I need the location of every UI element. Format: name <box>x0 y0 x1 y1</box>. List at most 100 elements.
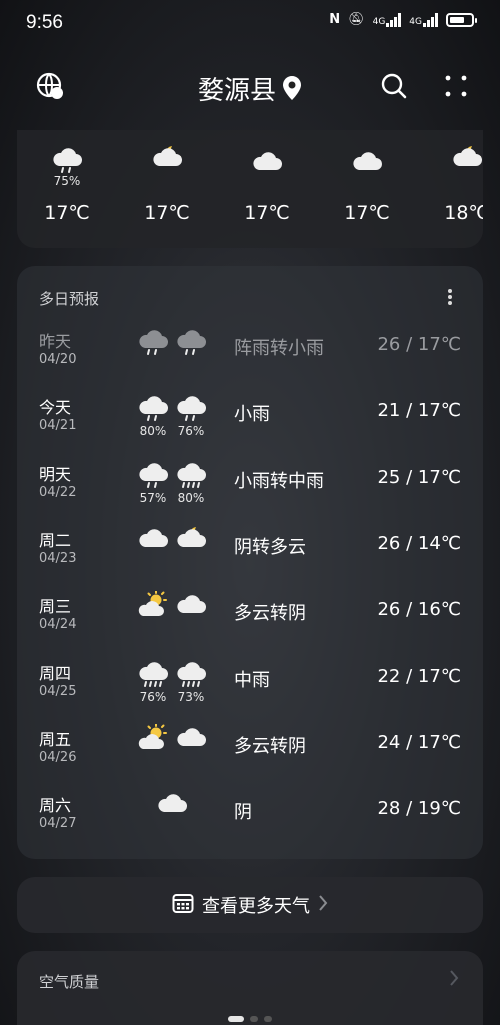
cloud-heavy-rain-icon: 73% <box>173 658 209 704</box>
cloud-heavy-rain-icon: 76% <box>135 658 171 704</box>
chevron-right-icon <box>449 969 459 992</box>
forecast-condition: 中雨 <box>234 669 270 691</box>
sun-cloud-icon <box>135 722 171 756</box>
forecast-date: 04/21 <box>39 418 77 434</box>
city-name: 婺源县 <box>197 76 276 106</box>
hourly-precip <box>332 174 402 190</box>
page-dot <box>250 1016 258 1022</box>
forecast-temps: 26 / 17℃ <box>377 334 461 355</box>
forecast-date: 04/24 <box>39 617 77 633</box>
forecast-row[interactable]: 周二 04/23 阴转多云 26 / 14℃ <box>17 521 483 587</box>
forecast-day: 今天 <box>39 398 72 418</box>
hourly-item: 17℃ <box>332 130 402 224</box>
forecast-date: 04/22 <box>39 484 77 500</box>
forecast-row[interactable]: 周六 04/27 阴 28 / 19℃ <box>17 786 483 852</box>
forecast-day: 周六 <box>39 796 72 816</box>
city-title[interactable]: 婺源县 <box>0 70 500 108</box>
signal-icon <box>423 12 438 27</box>
forecast-date: 04/27 <box>39 816 77 832</box>
air-quality-card[interactable]: 空气质量 <box>17 951 483 1025</box>
forecast-row[interactable]: 昨天 04/20 阵雨转小雨 26 / 17℃ <box>17 322 483 388</box>
page-dot <box>264 1016 272 1022</box>
forecast-date: 04/26 <box>39 749 77 765</box>
forecast-condition: 小雨转中雨 <box>234 470 324 492</box>
forecast-temps: 28 / 19℃ <box>377 798 461 820</box>
page-dot-active <box>228 1016 244 1022</box>
forecast-temps: 26 / 16℃ <box>377 599 461 621</box>
forecast-condition: 阴转多云 <box>234 536 306 558</box>
more-weather-button[interactable]: 查看更多天气 <box>17 877 483 933</box>
chevron-right-icon <box>318 894 328 917</box>
forecast-date: 04/25 <box>39 683 77 699</box>
cloud-rain-icon: 76% <box>173 392 209 438</box>
forecast-temps: 25 / 17℃ <box>377 466 461 488</box>
hourly-item: 75% 17℃ <box>32 130 102 224</box>
cloud-rain-icon <box>32 130 102 174</box>
forecast-row[interactable]: 周三 04/24 多云转阴 26 / 16℃ <box>17 587 483 653</box>
forecast-row[interactable]: 明天 04/22 57% 80% 小雨转中雨 25 / 17℃ <box>17 455 483 521</box>
moon-cloud-icon <box>132 130 202 174</box>
calendar-icon <box>172 892 194 919</box>
forecast-date: 04/23 <box>39 550 77 566</box>
cloud-rain-icon <box>173 326 209 358</box>
forecast-row[interactable]: 今天 04/21 80% 76% 小雨 21 / 17℃ <box>17 388 483 454</box>
cloud-icon <box>154 790 190 820</box>
search-icon[interactable] <box>380 72 408 104</box>
status-bar: 9:56 N 🔕︎ 4G 4G <box>0 0 500 44</box>
hourly-temp: 18℃ <box>444 202 483 224</box>
forecast-day: 昨天 <box>39 332 72 351</box>
hourly-temp: 17℃ <box>344 202 390 224</box>
nfc-icon: N <box>329 12 341 27</box>
forecast-precip: 76% <box>139 689 167 704</box>
forecast-date: 04/20 <box>39 352 77 367</box>
cloud-icon <box>332 130 402 174</box>
forecast-precip: 80% <box>177 490 205 505</box>
forecast-precip: 80% <box>139 424 167 439</box>
forecast-precip: 57% <box>139 490 167 505</box>
vertical-dots-icon[interactable] <box>447 288 453 310</box>
forecast-precip: 73% <box>177 689 205 704</box>
hourly-precip <box>432 174 483 190</box>
forecast-temps: 24 / 17℃ <box>377 731 461 753</box>
forecast-precip: 76% <box>177 424 205 439</box>
forecast-row[interactable]: 周五 04/26 多云转阴 24 / 17℃ <box>17 720 483 786</box>
cloud-icon <box>173 724 209 752</box>
hourly-precip <box>132 174 202 190</box>
cloud-heavy-rain-icon: 80% <box>173 459 209 505</box>
forecast-day: 周四 <box>39 663 72 683</box>
hourly-item: 17℃ <box>132 130 202 224</box>
forecast-day: 周二 <box>39 530 72 550</box>
signal-1: 4G <box>373 12 402 27</box>
moon-cloud-icon <box>432 130 483 174</box>
daily-forecast-card: 多日预报 昨天 04/20 阵雨转小雨 26 / 17℃ 今天 04/21 80%… <box>17 266 483 859</box>
air-quality-label: 空气质量 <box>39 973 100 991</box>
header: 婺源县 <box>0 62 500 112</box>
hourly-temp: 17℃ <box>44 202 90 224</box>
forecast-day: 明天 <box>39 464 72 484</box>
forecast-day: 周五 <box>39 729 72 749</box>
daily-forecast-title: 多日预报 <box>39 290 100 308</box>
battery-icon <box>446 12 477 27</box>
forecast-row[interactable]: 周四 04/25 76% 73% 中雨 22 / 17℃ <box>17 654 483 720</box>
hourly-precip <box>232 174 302 190</box>
forecast-condition: 多云转阴 <box>234 603 306 625</box>
hourly-item: 17℃ <box>232 130 302 224</box>
forecast-condition: 阴 <box>234 802 252 824</box>
status-time: 9:56 <box>26 12 63 33</box>
more-icon[interactable] <box>444 74 468 102</box>
cloud-rain-icon: 57% <box>135 459 171 505</box>
moon-cloud-icon <box>173 525 209 557</box>
hourly-item: 18℃ <box>432 130 483 224</box>
forecast-condition: 多云转阴 <box>234 735 306 757</box>
cloud-rain-icon <box>135 326 171 358</box>
sun-cloud-icon <box>135 590 171 623</box>
hourly-precip: 75% <box>53 174 81 188</box>
cloud-icon <box>173 591 209 619</box>
forecast-condition: 阵雨转小雨 <box>234 338 324 359</box>
cloud-icon <box>135 525 171 553</box>
cloud-rain-icon: 80% <box>135 392 171 438</box>
hourly-forecast-card[interactable]: 75% 17℃ 17℃ 17℃ 17℃ 18℃ <box>17 130 483 248</box>
signal-2: 4G <box>409 12 438 27</box>
more-weather-label: 查看更多天气 <box>202 896 310 917</box>
forecast-temps: 22 / 17℃ <box>377 665 461 687</box>
